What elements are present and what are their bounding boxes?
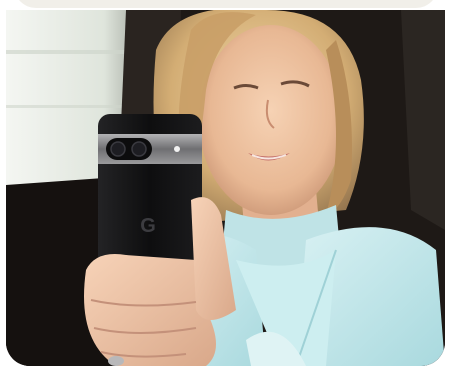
phone: G [98,114,202,274]
hero-illustration: G [6,10,445,366]
top-card [14,0,438,8]
page: G [0,0,451,366]
hero-image: G [6,10,445,366]
face [199,25,343,215]
phone-logo-icon: G [140,215,156,237]
